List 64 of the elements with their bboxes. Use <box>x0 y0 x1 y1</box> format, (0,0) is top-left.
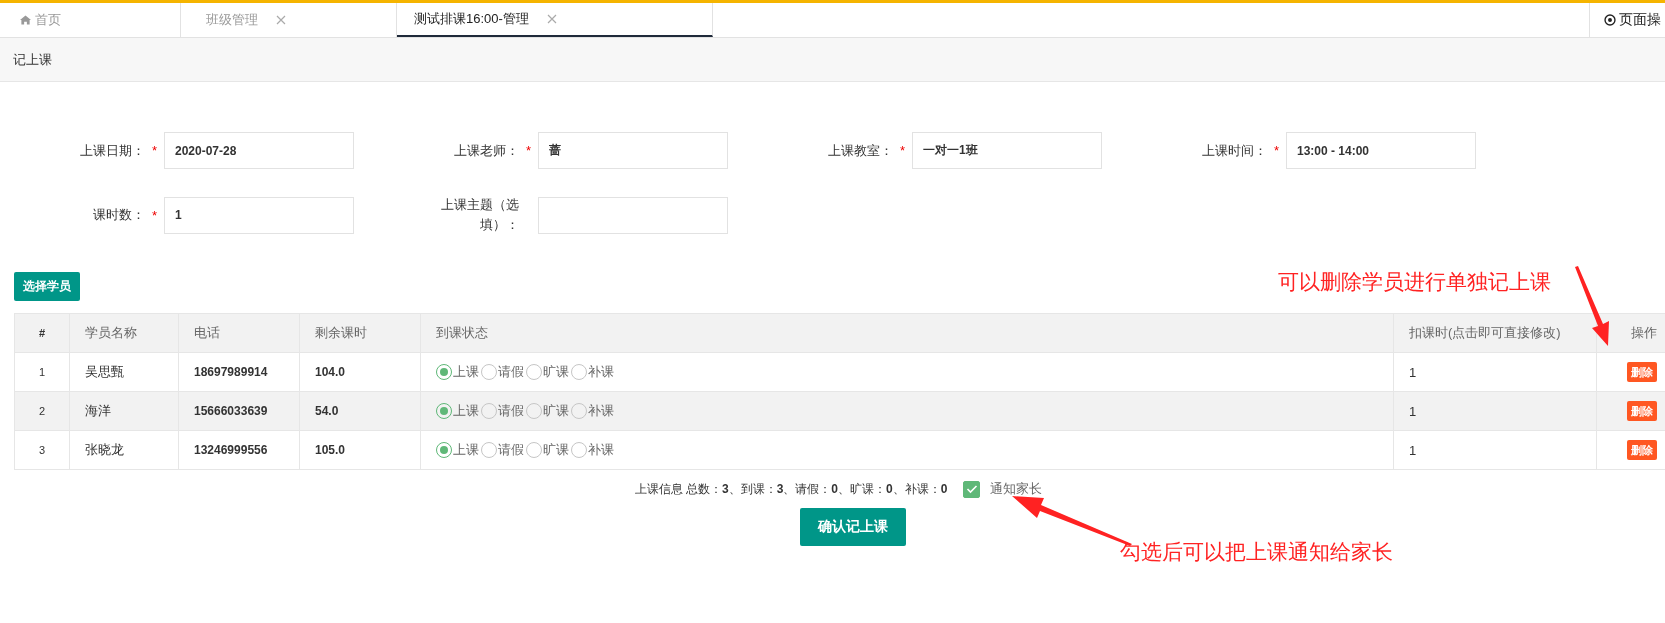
radio-label[interactable]: 请假 <box>498 402 524 420</box>
input-field[interactable] <box>538 196 728 234</box>
target-icon <box>1604 14 1616 26</box>
table-cell: 张晓龙 <box>69 430 179 470</box>
close-icon[interactable] <box>546 14 557 24</box>
column-header: 剩余课时 <box>299 313 421 353</box>
required-mark: * <box>899 143 906 158</box>
column-header: # <box>14 313 70 353</box>
annotation-text: 勾选后可以把上课通知给家长 <box>1120 539 1393 565</box>
required-mark: * <box>1273 143 1280 158</box>
close-icon[interactable] <box>276 15 286 25</box>
radio-label[interactable]: 补课 <box>588 441 614 459</box>
table-cell[interactable]: 1 <box>1393 430 1597 470</box>
input-field[interactable]: 13:00 - 14:00 <box>1286 132 1476 169</box>
radio-label[interactable]: 请假 <box>498 441 524 459</box>
table-cell[interactable]: 1 <box>1393 391 1597 431</box>
radio-label[interactable]: 上课 <box>453 441 479 459</box>
table-cell: 18697989914 <box>178 352 300 392</box>
radio-label[interactable]: 补课 <box>588 363 614 381</box>
column-header: 扣课时(点击即可直接修改) <box>1393 313 1597 353</box>
table-cell: 13246999556 <box>178 430 300 470</box>
required-mark: * <box>525 143 532 158</box>
annotation-text: 可以删除学员进行单独记上课 <box>1278 269 1551 295</box>
table-cell: 54.0 <box>299 391 421 431</box>
table-cell: 105.0 <box>299 430 421 470</box>
table-cell: 1 <box>14 352 70 392</box>
summary-text: 上课信息 总数：3、到课：3、请假：0、旷课：0、补课：0 <box>634 480 948 498</box>
input-field[interactable]: 蔷 <box>538 132 728 169</box>
radio-label[interactable]: 旷课 <box>543 363 569 381</box>
checkbox-label[interactable]: 通知家长 <box>990 480 1043 498</box>
table-cell: 海洋 <box>69 391 179 431</box>
radio-label[interactable]: 旷课 <box>543 441 569 459</box>
column-header: 电话 <box>178 313 300 353</box>
field-label: 上课老师： <box>453 141 519 160</box>
radio-label[interactable]: 上课 <box>453 402 479 420</box>
radio-label[interactable]: 上课 <box>453 363 479 381</box>
table-cell[interactable]: 1 <box>1393 352 1597 392</box>
radio-label[interactable]: 旷课 <box>543 402 569 420</box>
table-cell: 104.0 <box>299 352 421 392</box>
field-label: 上课时间： <box>1201 141 1267 160</box>
required-mark: * <box>151 143 158 158</box>
field-label: 上课日期： <box>79 141 145 160</box>
table-cell: 吴思甄 <box>69 352 179 392</box>
table-cell: 3 <box>14 430 70 470</box>
column-header: 到课状态 <box>420 313 1394 353</box>
page-actions-menu[interactable]: 页面操 <box>1589 3 1665 37</box>
confirm-button[interactable]: 确认记上课 <box>799 508 906 546</box>
column-header: 学员名称 <box>69 313 179 353</box>
table-cell: 15666033639 <box>178 391 300 431</box>
checkmark-icon <box>965 484 978 494</box>
input-field[interactable]: 1 <box>164 196 354 234</box>
page-title: 记上课 <box>13 50 52 69</box>
checkbox[interactable] <box>963 480 981 498</box>
radio-label[interactable]: 补课 <box>588 402 614 420</box>
field-label: 上课教室： <box>827 141 893 160</box>
field-label: 上课主题（选填）： <box>440 196 519 234</box>
required-mark: * <box>151 207 158 223</box>
radio-label[interactable]: 请假 <box>498 363 524 381</box>
field-label: 课时数： <box>92 206 145 224</box>
input-field[interactable]: 2020-07-28 <box>164 132 354 169</box>
input-field[interactable]: 一对一1班 <box>912 132 1102 169</box>
home-icon <box>20 15 31 25</box>
table-cell: 2 <box>14 391 70 431</box>
select-students-button[interactable]: 选择学员 <box>14 272 80 301</box>
